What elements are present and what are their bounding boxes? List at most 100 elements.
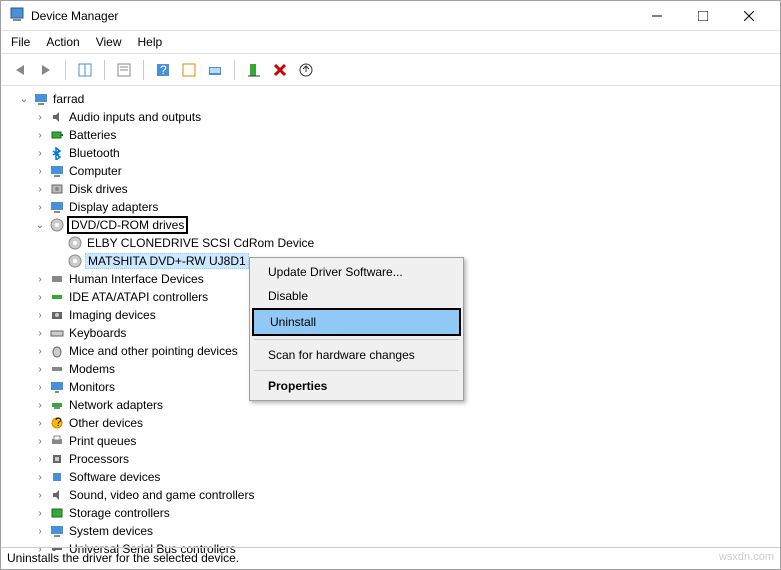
back-button[interactable] — [9, 59, 31, 81]
device-icon — [49, 451, 65, 467]
menu-bar: File Action View Help — [1, 31, 780, 54]
maximize-button[interactable] — [680, 1, 726, 31]
expand-icon[interactable]: › — [33, 418, 47, 429]
tree-item[interactable]: ›Batteries — [3, 126, 778, 144]
tree-item-label: Bluetooth — [67, 146, 122, 160]
svg-text:?: ? — [55, 416, 62, 429]
tree-item-label: Imaging devices — [67, 308, 158, 322]
tree-item[interactable]: › Processors — [3, 450, 778, 468]
expand-icon[interactable]: › — [33, 346, 47, 357]
expand-icon[interactable]: › — [33, 400, 47, 411]
device-icon — [49, 343, 65, 359]
expand-icon[interactable]: › — [33, 382, 47, 393]
toolbar: ? — [1, 54, 780, 86]
context-update[interactable]: Update Driver Software... — [252, 260, 461, 284]
tree-item[interactable]: › Sound, video and game controllers — [3, 486, 778, 504]
expand-icon[interactable]: › — [33, 472, 47, 483]
expand-icon[interactable]: › — [33, 166, 47, 177]
tree-item[interactable]: ›System devices — [3, 522, 778, 540]
tree-item-label: Audio inputs and outputs — [67, 110, 203, 124]
expand-icon[interactable]: › — [33, 274, 47, 285]
context-uninstall[interactable]: Uninstall — [252, 308, 461, 336]
expand-icon[interactable]: ⌄ — [33, 220, 47, 231]
device-icon — [49, 361, 65, 377]
device-icon — [49, 433, 65, 449]
tree-item[interactable]: ›Disk drives — [3, 180, 778, 198]
expand-icon[interactable]: › — [33, 454, 47, 465]
expand-icon[interactable]: › — [33, 436, 47, 447]
tree-item[interactable]: ›Computer — [3, 162, 778, 180]
menu-help[interactable]: Help — [138, 35, 163, 49]
device-icon — [49, 325, 65, 341]
device-icon — [49, 181, 65, 197]
tree-item[interactable]: › Bluetooth — [3, 144, 778, 162]
expand-icon[interactable]: › — [33, 490, 47, 501]
expand-icon[interactable]: › — [33, 148, 47, 159]
tree-item[interactable]: ›? Other devices — [3, 414, 778, 432]
expand-icon[interactable]: › — [33, 292, 47, 303]
disc-icon — [67, 253, 83, 269]
tree-item[interactable]: › Print queues — [3, 432, 778, 450]
device-icon — [49, 127, 65, 143]
tree-item-label: Monitors — [67, 380, 117, 394]
expand-icon[interactable]: › — [33, 310, 47, 321]
tree-item[interactable]: › Display adapters — [3, 198, 778, 216]
tree-item-label: Sound, video and game controllers — [67, 488, 256, 502]
tree-item-label: Print queues — [67, 434, 138, 448]
show-hide-icon[interactable] — [74, 59, 96, 81]
device-icon — [49, 145, 65, 161]
update-icon[interactable] — [295, 59, 317, 81]
tree-item-label: Modems — [67, 362, 117, 376]
expand-icon[interactable]: › — [33, 202, 47, 213]
tree-dvd-category[interactable]: ⌄ DVD/CD-ROM drives — [3, 216, 778, 234]
context-separator — [254, 339, 459, 340]
device-icon — [49, 307, 65, 323]
properties-icon[interactable] — [113, 59, 135, 81]
expand-icon[interactable]: › — [33, 364, 47, 375]
disc-icon — [67, 235, 83, 251]
expand-icon[interactable]: › — [33, 328, 47, 339]
uninstall-icon[interactable] — [269, 59, 291, 81]
action-icon[interactable] — [178, 59, 200, 81]
status-text: Uninstalls the driver for the selected d… — [7, 551, 239, 566]
tree-item-label: Display adapters — [67, 200, 160, 214]
tree-item-label: IDE ATA/ATAPI controllers — [67, 290, 210, 304]
tree-root[interactable]: ⌄ farrad — [3, 90, 778, 108]
expand-icon[interactable]: › — [33, 508, 47, 519]
device-icon — [49, 163, 65, 179]
tree-item[interactable]: › Software devices — [3, 468, 778, 486]
context-menu: Update Driver Software... Disable Uninst… — [249, 257, 464, 401]
context-separator — [254, 370, 459, 371]
menu-action[interactable]: Action — [46, 35, 79, 49]
tree-item-label: Human Interface Devices — [67, 272, 206, 286]
device-icon: ? — [49, 415, 65, 431]
device-icon — [49, 487, 65, 503]
menu-view[interactable]: View — [96, 35, 122, 49]
tree-item-label: Mice and other pointing devices — [67, 344, 240, 358]
context-properties[interactable]: Properties — [252, 374, 461, 398]
title-bar: Device Manager — [1, 1, 780, 31]
expand-icon[interactable]: › — [33, 526, 47, 537]
scan-icon[interactable] — [204, 59, 226, 81]
tree-dvd-child[interactable]: ELBY CLONEDRIVE SCSI CdRom Device — [3, 234, 778, 252]
forward-button[interactable] — [35, 59, 57, 81]
tree-item[interactable]: › Audio inputs and outputs — [3, 108, 778, 126]
expand-icon[interactable]: ⌄ — [17, 94, 31, 105]
status-bar: Uninstalls the driver for the selected d… — [1, 547, 780, 569]
menu-file[interactable]: File — [11, 35, 30, 49]
tree-item-label: Other devices — [67, 416, 145, 430]
expand-icon[interactable]: › — [33, 184, 47, 195]
device-icon — [49, 199, 65, 215]
close-button[interactable] — [726, 1, 772, 31]
tree-item-label: Software devices — [67, 470, 162, 484]
minimize-button[interactable] — [634, 1, 680, 31]
tree-item-label: Processors — [67, 452, 131, 466]
expand-icon[interactable]: › — [33, 130, 47, 141]
help-icon[interactable]: ? — [152, 59, 174, 81]
context-scan[interactable]: Scan for hardware changes — [252, 343, 461, 367]
tree-item[interactable]: ›Storage controllers — [3, 504, 778, 522]
enable-icon[interactable] — [243, 59, 265, 81]
context-disable[interactable]: Disable — [252, 284, 461, 308]
expand-icon[interactable]: › — [33, 112, 47, 123]
device-icon — [49, 289, 65, 305]
